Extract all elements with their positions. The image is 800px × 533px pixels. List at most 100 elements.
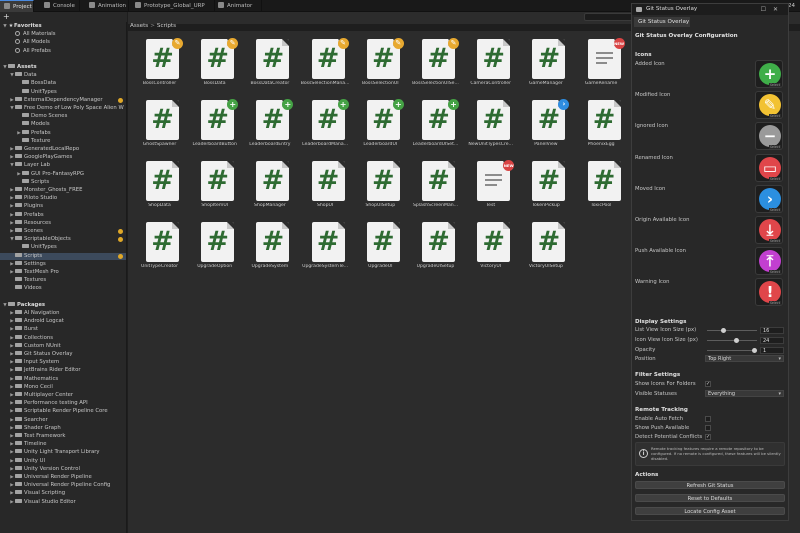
script-asset[interactable]: # › PanelView	[518, 92, 573, 153]
tab-animator[interactable]: Animator	[214, 0, 262, 12]
script-asset[interactable]: # UpgradeUI	[353, 214, 408, 275]
script-asset[interactable]: # UnitTypeCreator	[132, 214, 187, 275]
script-asset[interactable]: # + LeaderboardButton	[187, 92, 242, 153]
tree-item-universal-render-pipeline[interactable]: ▶ Universal Render Pipeline	[0, 474, 126, 481]
tree-item-data[interactable]: ▼ Data	[0, 72, 126, 79]
opacity-slider[interactable]	[707, 348, 757, 353]
tree-item-timeline[interactable]: ▶ Timeline	[0, 441, 126, 448]
script-asset[interactable]: # SplashScreenMan...	[408, 153, 463, 214]
tree-item-textures[interactable]: Textures	[0, 277, 126, 284]
tree-item-settings[interactable]: ▶ Settings	[0, 260, 126, 268]
tab-prototype-global-urp[interactable]: Prototype_Global_URP	[131, 0, 215, 12]
tab-project[interactable]: Project	[0, 0, 34, 12]
tree-item-all-materials[interactable]: All Materials	[0, 31, 126, 38]
select-icon-button[interactable]: Select	[768, 114, 781, 119]
script-asset[interactable]: # GhostSpawner	[132, 92, 187, 153]
close-icon[interactable]: ✕	[773, 6, 785, 13]
detect-conflicts-checkbox[interactable]: ✓	[705, 434, 711, 440]
maximize-icon[interactable]: ☐	[761, 6, 773, 13]
select-icon-button[interactable]: Select	[768, 207, 781, 212]
script-asset[interactable]: # ShopData	[132, 153, 187, 214]
script-asset[interactable]: # ✎ BossSelectionUISe...	[408, 31, 463, 92]
tree-item-scenes[interactable]: ▶ Scenes	[0, 228, 126, 235]
tree-item-prefabs[interactable]: ▶ Prefabs	[0, 129, 126, 137]
tree-item-monster-ghosts-free[interactable]: ▶ Monster_Ghosts_FREE	[0, 187, 126, 194]
tree-item-all-prefabs[interactable]: All Prefabs	[0, 47, 126, 55]
icon-picker[interactable]: + Select	[755, 60, 783, 88]
slider-knob[interactable]	[734, 338, 739, 343]
reset-to-defaults-button[interactable]: Reset to Defaults	[635, 494, 785, 502]
icon-picker[interactable]: ⤓ Select	[755, 216, 783, 244]
script-asset[interactable]: # + LeaderboardMana...	[298, 92, 353, 153]
tree-item-free-demo-of-low-poly-space-alien-w[interactable]: ▼ Free Demo of Low Poly Space Alien W	[0, 105, 126, 112]
script-asset[interactable]: # UpgradeSystemTe...	[298, 214, 353, 275]
tab-animation[interactable]: Animation	[85, 0, 129, 12]
tree-item-unity-version-control[interactable]: ▶ Unity Version Control	[0, 465, 126, 473]
tree-item-android-logcat[interactable]: ▶ Android Logcat	[0, 318, 126, 325]
tree-item-packages[interactable]: ▼ Packages	[0, 301, 126, 309]
script-asset[interactable]: # ShopUI	[298, 153, 353, 214]
list-view-size-field[interactable]: 16	[760, 327, 784, 334]
script-asset[interactable]: # + LeaderboardEntry	[242, 92, 297, 153]
tree-item-googleplaygames[interactable]: ▶ GooglePlayGames	[0, 154, 126, 161]
script-asset[interactable]: # ✎ BossSelectionUI	[353, 31, 408, 92]
window-titlebar[interactable]: Git Status Overlay ☐✕	[632, 4, 788, 15]
tree-item-all-models[interactable]: All Models	[0, 39, 126, 46]
tree-item-unittypes[interactable]: UnitTypes	[0, 88, 126, 96]
tree-item-scriptableobjects[interactable]: ▼ ScriptableObjects	[0, 236, 126, 243]
show-push-checkbox[interactable]	[705, 425, 711, 431]
tree-item-unity-ui[interactable]: ▶ Unity UI	[0, 457, 126, 465]
tree-item-multiplayer-center[interactable]: ▶ Multiplayer Center	[0, 392, 126, 399]
tree-item-mono-cecil[interactable]: ▶ Mono Cecil	[0, 383, 126, 391]
opacity-field[interactable]: 1	[760, 347, 784, 354]
text-asset[interactable]: NEW Test	[463, 153, 518, 214]
script-asset[interactable]: # VictoryUISetup	[518, 214, 573, 275]
tree-item-piloto-studio[interactable]: ▶ Piloto Studio	[0, 195, 126, 202]
tree-item-ai-navigation[interactable]: ▶ AI Navigation	[0, 310, 126, 317]
script-asset[interactable]: # ShopUISetup	[353, 153, 408, 214]
tree-item-shader-graph[interactable]: ▶ Shader Graph	[0, 424, 126, 432]
icon-picker[interactable]: ▭ Select	[755, 153, 783, 182]
script-asset[interactable]: # BossDataCreator	[242, 31, 297, 92]
breadcrumb-root[interactable]: Assets	[130, 23, 148, 29]
select-icon-button[interactable]: Select	[768, 301, 781, 306]
script-asset[interactable]: # PhoenixEgg	[574, 92, 629, 153]
tree-item-demo-scenes[interactable]: Demo Scenes	[0, 113, 126, 120]
position-dropdown[interactable]: Top Right	[705, 355, 784, 363]
icon-picker[interactable]: − Select	[755, 122, 783, 151]
add-asset-button[interactable]: +	[3, 13, 10, 21]
tree-item-custom-nunit[interactable]: ▶ Custom NUnit	[0, 342, 126, 350]
select-icon-button[interactable]: Select	[768, 83, 781, 87]
tree-item-mathematics[interactable]: ▶ Mathematics	[0, 375, 126, 383]
script-asset[interactable]: # ToxicPool	[574, 153, 629, 214]
tree-item-favorites[interactable]: ▼ ★Favorites	[0, 23, 126, 30]
auto-fetch-checkbox[interactable]	[705, 416, 711, 422]
select-icon-button[interactable]: Select	[768, 239, 781, 243]
visible-statuses-dropdown[interactable]: Everything	[705, 390, 784, 398]
icon-view-size-slider[interactable]	[707, 338, 757, 343]
breadcrumb-current[interactable]: Scripts	[157, 23, 176, 29]
tree-item-visual-scripting[interactable]: ▶ Visual Scripting	[0, 490, 126, 497]
select-icon-button[interactable]: Select	[768, 270, 781, 275]
icon-view-size-field[interactable]: 24	[760, 337, 784, 344]
tree-item-texture[interactable]: Texture	[0, 137, 126, 145]
script-asset[interactable]: # ShopManager	[242, 153, 297, 214]
tree-item-scriptable-render-pipeline-core[interactable]: ▶ Scriptable Render Pipeline Core	[0, 408, 126, 415]
script-asset[interactable]: # + LeaderboardUI	[353, 92, 408, 153]
tree-item-externaldependencymanager[interactable]: ▶ ExternalDependencyManager	[0, 96, 126, 104]
tree-item-models[interactable]: Models	[0, 121, 126, 128]
script-asset[interactable]: # + LeaderboardUISet...	[408, 92, 463, 153]
tree-item-videos[interactable]: Videos	[0, 285, 126, 292]
icon-picker[interactable]: › Select	[755, 184, 783, 213]
script-asset[interactable]: # UpgradeUISetup	[408, 214, 463, 275]
tree-item-jetbrains-rider-editor[interactable]: ▶ JetBrains Rider Editor	[0, 367, 126, 374]
list-view-size-slider[interactable]	[707, 328, 757, 333]
tree-item-test-framework[interactable]: ▶ Test Framework	[0, 433, 126, 440]
locate-config-asset-button[interactable]: Locate Config Asset	[635, 507, 785, 515]
tree-item-bossdata[interactable]: BossData	[0, 80, 126, 87]
search-input[interactable]	[584, 13, 636, 21]
script-asset[interactable]: # UpgradeSystem	[242, 214, 297, 275]
script-asset[interactable]: # ShopItemUI	[187, 153, 242, 214]
tree-item-performance-testing-api[interactable]: ▶ Performance testing API	[0, 400, 126, 407]
tab-console[interactable]: Console	[40, 0, 80, 12]
